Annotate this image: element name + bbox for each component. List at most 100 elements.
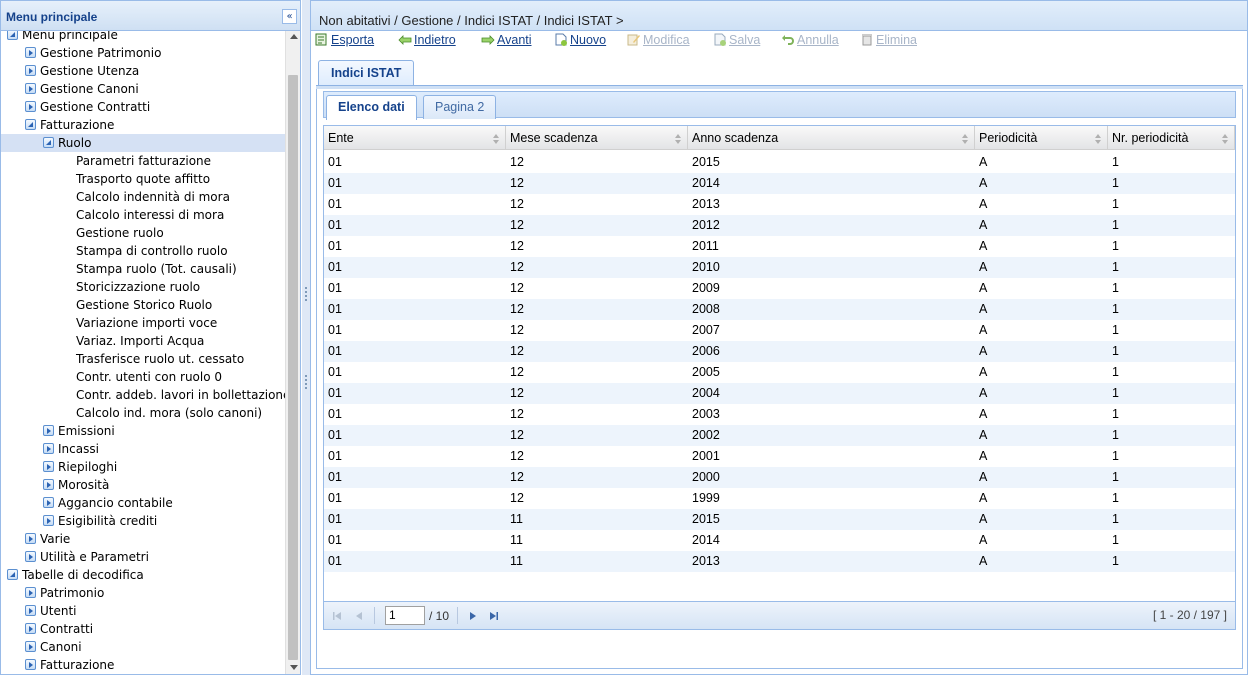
table-row[interactable]: 01 12 2006 A 1 (324, 341, 1235, 362)
scroll-down-arrow-icon[interactable] (290, 665, 298, 670)
tree-node[interactable]: Gestione Canoni (25, 80, 139, 98)
column-header[interactable]: Ente (324, 126, 506, 150)
tree-node[interactable]: Gestione Storico Ruolo (76, 296, 212, 314)
tree-node[interactable]: Contr. utenti con ruolo 0 (76, 368, 222, 386)
tree-node[interactable]: Trasporto quote affitto (76, 170, 210, 188)
sort-arrows-icon[interactable] (962, 134, 968, 144)
table-row[interactable]: 01 12 2015 A 1 (324, 152, 1235, 173)
tree-node[interactable]: Trasferisce ruolo ut. cessato (76, 350, 244, 368)
tree-node[interactable]: Tabelle di decodifica (7, 566, 144, 584)
panel-splitter[interactable] (302, 0, 310, 675)
tree-expand-icon[interactable] (43, 425, 54, 436)
sort-arrows-icon[interactable] (493, 134, 499, 144)
tree-expand-icon[interactable] (25, 605, 36, 616)
tree-node[interactable]: Utilità e Parametri (25, 548, 149, 566)
tree-node[interactable]: Esigibilità crediti (43, 512, 157, 530)
sort-arrows-icon[interactable] (1095, 134, 1101, 144)
tree-expand-icon[interactable] (25, 533, 36, 544)
tree-expand-icon[interactable] (25, 551, 36, 562)
tree-node[interactable]: Aggancio contabile (43, 494, 173, 512)
table-row[interactable]: 01 12 2010 A 1 (324, 257, 1235, 278)
tree-node[interactable]: Stampa di controllo ruolo (76, 242, 228, 260)
tree-node[interactable]: Variaz. Importi Acqua (76, 332, 204, 350)
tree-expand-icon[interactable] (43, 497, 54, 508)
scroll-thumb[interactable] (288, 75, 298, 660)
table-row[interactable]: 01 12 2003 A 1 (324, 404, 1235, 425)
tree-node[interactable]: Fatturazione (25, 116, 114, 134)
tree-expand-icon[interactable] (25, 47, 36, 58)
tree-node[interactable]: Varie (25, 530, 70, 548)
save-button[interactable]: Salva (713, 33, 760, 47)
tree-expand-icon[interactable] (25, 587, 36, 598)
tree-node[interactable]: Calcolo indennità di mora (76, 188, 230, 206)
tree-collapse-icon[interactable] (7, 31, 18, 40)
tree-node[interactable]: Ruolo (1, 134, 285, 152)
tree-node[interactable]: Riepiloghi (43, 458, 117, 476)
tree-node[interactable]: Calcolo interessi di mora (76, 206, 224, 224)
forward-button[interactable]: Avanti (481, 33, 532, 47)
table-row[interactable]: 01 12 2014 A 1 (324, 173, 1235, 194)
tree-node[interactable]: Contratti (25, 620, 93, 638)
tree-expand-icon[interactable] (25, 659, 36, 670)
table-row[interactable]: 01 12 2004 A 1 (324, 383, 1235, 404)
column-header[interactable]: Nr. periodicità (1108, 126, 1235, 150)
scroll-up-arrow-icon[interactable] (290, 34, 298, 39)
sort-arrows-icon[interactable] (675, 134, 681, 144)
first-page-icon[interactable] (332, 611, 342, 621)
tree-node[interactable]: Parametri fatturazione (76, 152, 211, 170)
tree-expand-icon[interactable] (25, 641, 36, 652)
tree-node[interactable]: Patrimonio (25, 584, 104, 602)
tree-node[interactable]: Stampa ruolo (Tot. causali) (76, 260, 237, 278)
table-row[interactable]: 01 12 2002 A 1 (324, 425, 1235, 446)
tree-expand-icon[interactable] (25, 101, 36, 112)
tree-node[interactable]: Menu principale (7, 31, 118, 44)
menu-scrollbar[interactable] (285, 31, 300, 674)
table-row[interactable]: 01 12 2013 A 1 (324, 194, 1235, 215)
tree-expand-icon[interactable] (43, 515, 54, 526)
tree-expand-icon[interactable] (43, 443, 54, 454)
tree-collapse-icon[interactable] (7, 569, 18, 580)
tree-expand-icon[interactable] (43, 479, 54, 490)
column-header[interactable]: Mese scadenza (506, 126, 688, 150)
tree-node[interactable]: Gestione Contratti (25, 98, 150, 116)
tree-node[interactable]: Contr. addeb. lavori in bollettazione (76, 386, 285, 404)
table-row[interactable]: 01 12 2009 A 1 (324, 278, 1235, 299)
export-button[interactable]: Esporta (315, 33, 374, 47)
new-button[interactable]: Nuovo (554, 33, 606, 47)
cancel-button[interactable]: Annulla (781, 33, 839, 47)
table-row[interactable]: 01 12 1999 A 1 (324, 488, 1235, 509)
table-row[interactable]: 01 12 2011 A 1 (324, 236, 1235, 257)
table-row[interactable]: 01 12 2008 A 1 (324, 299, 1235, 320)
tree-expand-icon[interactable] (25, 83, 36, 94)
last-page-icon[interactable] (489, 611, 499, 621)
tree-node[interactable]: Calcolo ind. mora (solo canoni) (76, 404, 262, 422)
tree-expand-icon[interactable] (25, 65, 36, 76)
back-button[interactable]: Indietro (398, 33, 456, 47)
tab-indici-istat[interactable]: Indici ISTAT (318, 60, 415, 86)
column-header[interactable]: Periodicità (975, 126, 1108, 150)
tree-node[interactable]: Gestione ruolo (76, 224, 164, 242)
next-page-icon[interactable] (468, 611, 478, 621)
tree-node[interactable]: Incassi (43, 440, 99, 458)
page-number-input[interactable]: 1 (385, 606, 425, 625)
tree-node[interactable]: Morosità (43, 476, 109, 494)
tree-node[interactable]: Gestione Patrimonio (25, 44, 161, 62)
tab-elenco-dati[interactable]: Elenco dati (326, 95, 417, 120)
tree-node[interactable]: Utenti (25, 602, 77, 620)
table-row[interactable]: 01 12 2000 A 1 (324, 467, 1235, 488)
prev-page-icon[interactable] (354, 611, 364, 621)
tree-collapse-icon[interactable] (43, 137, 54, 148)
tree-node[interactable]: Gestione Utenza (25, 62, 139, 80)
sort-arrows-icon[interactable] (1222, 134, 1228, 144)
table-row[interactable]: 01 11 2015 A 1 (324, 509, 1235, 530)
tree-node[interactable]: Fatturazione (25, 656, 114, 674)
table-row[interactable]: 01 12 2012 A 1 (324, 215, 1235, 236)
table-row[interactable]: 01 12 2005 A 1 (324, 362, 1235, 383)
delete-button[interactable]: Elimina (860, 33, 917, 47)
table-row[interactable]: 01 12 2001 A 1 (324, 446, 1235, 467)
tree-node[interactable]: Canoni (25, 638, 82, 656)
edit-button[interactable]: Modifica (627, 33, 690, 47)
tree-expand-icon[interactable] (43, 461, 54, 472)
column-header[interactable]: Anno scadenza (688, 126, 975, 150)
tree-node[interactable]: Variazione importi voce (76, 314, 217, 332)
